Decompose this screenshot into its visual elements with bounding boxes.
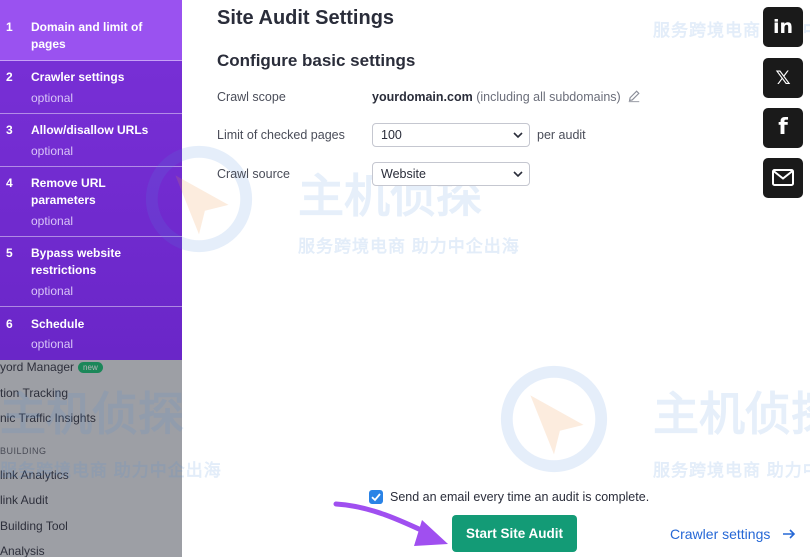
step-title: Domain and limit of pages xyxy=(31,20,143,51)
crawler-settings-link[interactable]: Crawler settings xyxy=(670,526,796,542)
step-schedule[interactable]: 6 Schedule optional xyxy=(0,307,182,360)
facebook-icon: f xyxy=(778,115,788,140)
crawl-source-select-value: Website xyxy=(381,167,426,181)
crawl-scope-note: (including all subdomains) xyxy=(476,90,621,104)
watermark-logo-icon xyxy=(145,145,253,253)
linkedin-icon: in xyxy=(772,16,794,38)
step-number: 5 xyxy=(6,246,13,260)
limit-select[interactable]: 100 xyxy=(372,123,530,147)
section-title: Configure basic settings xyxy=(217,51,416,70)
step-title: Crawler settings xyxy=(31,70,125,84)
step-subtitle: optional xyxy=(31,91,74,105)
watermark-text: 主机侦探 xyxy=(0,388,184,440)
facebook-share-button[interactable]: f xyxy=(763,108,803,148)
step-subtitle: optional xyxy=(31,284,74,298)
step-subtitle: optional xyxy=(31,214,74,228)
linkedin-share-button[interactable]: in xyxy=(763,7,803,47)
watermark-subtext: 服务跨境电商 助力中企出海 xyxy=(298,237,520,256)
step-crawler-settings[interactable]: 2 Crawler settings optional xyxy=(0,61,182,114)
limit-select-value: 100 xyxy=(381,128,402,142)
limit-label: Limit of checked pages xyxy=(217,128,345,142)
watermark-logo-icon xyxy=(500,365,608,473)
crawl-scope-label: Crawl scope xyxy=(217,90,286,104)
step-number: 2 xyxy=(6,70,13,84)
x-share-button[interactable]: 𝕏 xyxy=(763,58,803,98)
crawler-settings-link-label: Crawler settings xyxy=(670,526,771,542)
step-number: 1 xyxy=(6,20,13,34)
mail-icon xyxy=(772,169,794,186)
step-subtitle: optional xyxy=(31,337,74,351)
pencil-edit-icon[interactable] xyxy=(627,89,641,103)
arrow-right-icon xyxy=(783,529,796,539)
page-title: Site Audit Settings xyxy=(217,7,395,29)
crawl-scope-value: yourdomain.com (including all subdomains… xyxy=(372,89,641,104)
crawl-source-label: Crawl source xyxy=(217,167,290,181)
step-subtitle: optional xyxy=(31,144,74,158)
watermark-subtext: 服务跨境电商 助力中企出海 xyxy=(0,461,222,480)
step-title: Allow/disallow URLs xyxy=(31,123,149,137)
watermark-text: 主机侦探 xyxy=(653,388,810,440)
start-site-audit-button[interactable]: Start Site Audit xyxy=(452,515,577,552)
crawl-scope-domain: yourdomain.com xyxy=(372,90,473,104)
limit-suffix: per audit xyxy=(537,128,586,142)
step-number: 3 xyxy=(6,123,13,137)
step-domain-and-limit[interactable]: 1 Domain and limit of pages xyxy=(0,0,182,61)
annotation-arrow-icon xyxy=(333,501,448,546)
x-icon: 𝕏 xyxy=(775,67,791,89)
chevron-down-icon xyxy=(513,171,523,178)
chevron-down-icon xyxy=(513,132,523,139)
step-number: 4 xyxy=(6,176,13,190)
crawl-source-select[interactable]: Website xyxy=(372,162,530,186)
email-share-button[interactable] xyxy=(763,158,803,198)
step-number: 6 xyxy=(6,317,13,331)
watermark-subtext: 服务跨境电商 助力中企出海 xyxy=(653,461,810,480)
step-title: Schedule xyxy=(31,317,85,331)
